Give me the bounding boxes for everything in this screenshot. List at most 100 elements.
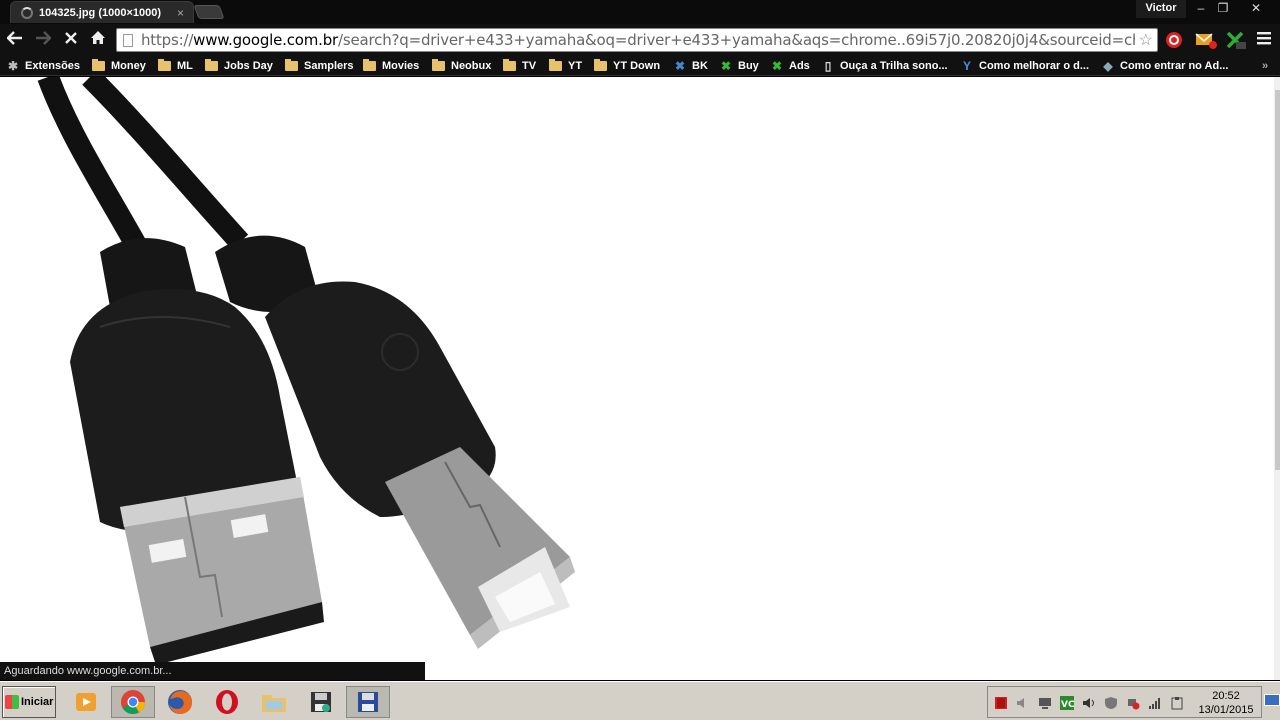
monitor-icon[interactable] — [1038, 696, 1052, 710]
url-scheme: https:// — [141, 31, 194, 49]
browser-toolbar: https://www.google.com.br/search?q=drive… — [0, 24, 1280, 56]
stop-extension-icon[interactable] — [1165, 31, 1185, 49]
floppy-disk-icon — [311, 692, 331, 712]
taskbar-save-app-2[interactable] — [346, 686, 390, 718]
bookmark-como-entrar[interactable]: ◆ Como entrar no Ad... — [1102, 58, 1228, 74]
close-window-button[interactable]: ✕ — [1240, 0, 1272, 18]
bookmark-label: Samplers — [304, 60, 354, 72]
stop-button[interactable] — [60, 30, 82, 50]
bookmark-label: Money — [111, 60, 146, 72]
bookmark-star-icon[interactable]: ☆ — [1139, 30, 1153, 50]
taskbar-save-app-1[interactable] — [299, 686, 343, 718]
folder-icon — [594, 59, 607, 71]
bookmark-label: Buy — [738, 60, 759, 72]
bookmarks-bar: ✱ Extensões Money ML Jobs Day Samplers Mo… — [0, 56, 1280, 76]
show-desktop-icon[interactable] — [1264, 694, 1280, 706]
vc-icon[interactable]: VC — [1060, 696, 1074, 710]
bookmark-folder-movies[interactable]: Movies — [363, 58, 419, 74]
menu-icon[interactable] — [1257, 31, 1273, 49]
bookmark-extensoes[interactable]: ✱ Extensões — [7, 58, 80, 74]
tab-close-icon[interactable]: × — [177, 6, 184, 20]
bookmark-folder-samplers[interactable]: Samplers — [285, 58, 354, 74]
bookmark-folder-ml[interactable]: ML — [158, 58, 193, 74]
home-button[interactable] — [87, 30, 109, 50]
network-error-icon[interactable] — [1126, 696, 1140, 710]
status-bubble: Aguardando www.google.com.br... — [0, 662, 425, 680]
folder-icon — [503, 59, 516, 71]
film-icon[interactable] — [994, 696, 1008, 710]
bookmark-label: ML — [177, 60, 193, 72]
apps-grid-icon: ✱ — [7, 59, 19, 73]
bookmark-folder-yt[interactable]: YT — [549, 58, 582, 74]
bookmark-trilha-sonora[interactable]: ▯ Ouça a Trilha sono... — [822, 58, 948, 74]
usb-cable-image — [37, 77, 575, 665]
taskbar-media-player[interactable] — [64, 686, 108, 718]
scrollbar-thumb[interactable] — [1275, 90, 1280, 470]
speaker-muted-icon[interactable] — [1016, 696, 1030, 710]
folder-icon — [285, 59, 298, 71]
profile-name[interactable]: Victor — [1136, 0, 1186, 18]
back-button[interactable] — [4, 30, 26, 50]
start-label: Iniciar — [21, 696, 54, 708]
tab-strip: 104325.jpg (1000×1000) × Victor – ❐ ✕ — [0, 0, 1280, 24]
bookmark-buy[interactable]: ✖ Buy — [720, 58, 759, 74]
x-extension-icon[interactable] — [1226, 31, 1246, 49]
bookmarks-overflow-button[interactable]: » — [1262, 58, 1268, 74]
taskbar-explorer[interactable] — [252, 686, 296, 718]
taskbar-chrome[interactable] — [111, 686, 155, 718]
new-tab-button[interactable] — [193, 5, 225, 19]
clock-date: 13/01/2015 — [1198, 704, 1254, 716]
bookmark-folder-jobs-day[interactable]: Jobs Day — [205, 58, 273, 74]
bookmark-label: YT — [568, 60, 583, 72]
bookmark-label: TV — [522, 60, 537, 72]
bookmark-label: YT Down — [613, 60, 661, 72]
tab-title: 104325.jpg (1000×1000) — [39, 6, 162, 19]
bookmark-label: Ads — [789, 60, 810, 72]
url-text[interactable]: https://www.google.com.br/search?q=drive… — [141, 31, 1135, 49]
folder-icon — [432, 59, 445, 71]
folder-icon — [363, 59, 376, 71]
browser-tab[interactable]: 104325.jpg (1000×1000) × — [10, 1, 194, 23]
shield-icon[interactable] — [1104, 696, 1118, 710]
bookmark-label: Jobs Day — [224, 60, 273, 72]
yahoo-answers-icon: Y — [962, 59, 971, 73]
url-host: www.google.com.br — [193, 31, 339, 49]
svg-text:VC: VC — [1061, 700, 1074, 710]
firefox-icon — [168, 690, 192, 714]
bookmark-bk[interactable]: ✖ BK — [674, 58, 708, 74]
bookmark-label: Como melhorar o d... — [979, 60, 1090, 72]
clock-time: 20:52 — [1212, 690, 1240, 702]
clipboard-icon[interactable] — [1170, 696, 1184, 710]
start-button[interactable]: Iniciar — [2, 686, 56, 718]
bookmark-label: Como entrar no Ad... — [1120, 60, 1229, 72]
forward-button[interactable] — [32, 30, 54, 50]
bookmark-folder-neobux[interactable]: Neobux — [432, 58, 491, 74]
volume-icon[interactable] — [1082, 696, 1096, 710]
forward-arrow-icon — [36, 31, 52, 45]
bookmark-label: Movies — [382, 60, 420, 72]
loading-spinner-icon — [21, 6, 33, 19]
ads-x-icon: ✖ — [771, 59, 783, 73]
bk-x-icon: ✖ — [674, 59, 686, 73]
opera-icon — [216, 690, 238, 714]
signal-bars-icon[interactable] — [1148, 696, 1162, 710]
bookmark-folder-yt-down[interactable]: YT Down — [594, 58, 660, 74]
mail-extension-icon[interactable] — [1195, 31, 1217, 49]
page-content — [0, 77, 1274, 680]
restore-button[interactable]: ❐ — [1210, 0, 1236, 18]
buy-x-icon: ✖ — [720, 59, 732, 73]
taskbar: Iniciar VC 20:52 13/01/2015 — [0, 681, 1280, 720]
back-arrow-icon — [6, 31, 22, 45]
floppy-disk-icon — [358, 692, 378, 712]
bookmark-ads[interactable]: ✖ Ads — [771, 58, 810, 74]
bookmark-como-melhorar[interactable]: Y Como melhorar o d... — [961, 58, 1089, 74]
page-icon: ▯ — [824, 59, 832, 73]
taskbar-firefox[interactable] — [158, 686, 202, 718]
system-tray: VC 20:52 13/01/2015 — [987, 686, 1262, 718]
taskbar-opera[interactable] — [205, 686, 249, 718]
address-bar[interactable]: https://www.google.com.br/search?q=drive… — [116, 28, 1158, 52]
bookmark-folder-tv[interactable]: TV — [503, 58, 536, 74]
bookmark-folder-money[interactable]: Money — [92, 58, 146, 74]
home-icon — [91, 31, 105, 44]
clock[interactable]: 20:52 13/01/2015 — [1195, 689, 1257, 717]
